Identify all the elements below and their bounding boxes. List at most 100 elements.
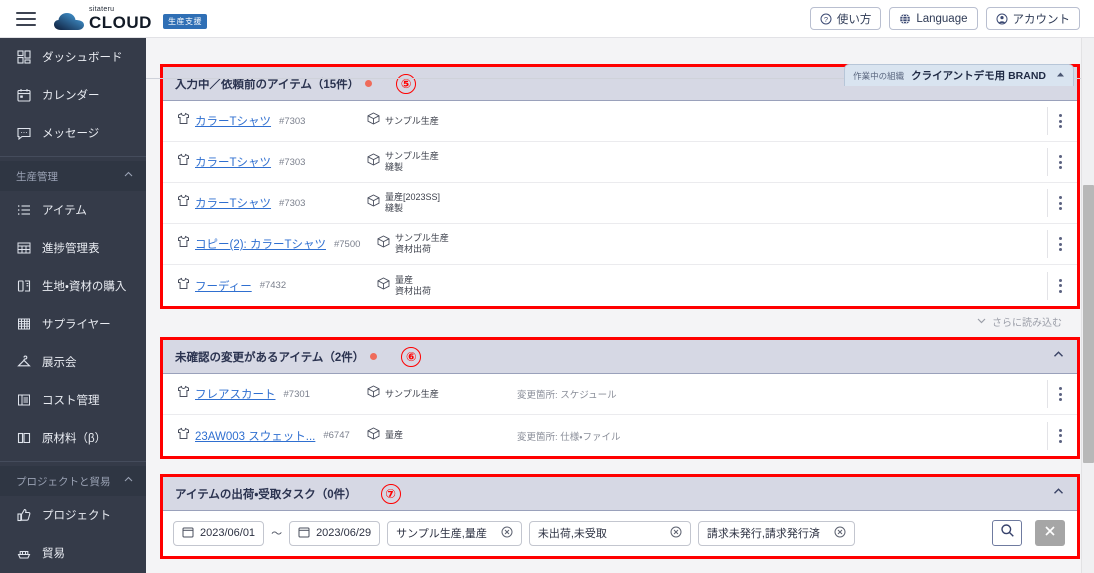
production-line-2: 縫製 — [385, 162, 404, 172]
box-icon — [377, 276, 390, 295]
org-tab-label: 作業中の組織 — [853, 70, 905, 81]
sidebar-item-trade[interactable]: 貿易 — [0, 534, 146, 572]
item-number: #7303 — [279, 115, 306, 127]
load-more-button[interactable]: さらに読み込む — [970, 312, 1068, 331]
table-row[interactable]: カラーTシャツ #7303 量産[2023SS] 縫製 — [163, 183, 1077, 224]
clear-icon[interactable] — [670, 526, 682, 541]
row-menu-button[interactable] — [1047, 230, 1073, 258]
panel-header[interactable]: 未確認の変更があるアイテム（2件） ⑥ — [163, 340, 1077, 374]
row-menu-button[interactable] — [1047, 380, 1073, 408]
filter-chip-shipping-status[interactable]: 未出荷,未受取 — [528, 520, 691, 546]
list-icon — [16, 202, 32, 218]
search-button[interactable] — [992, 520, 1022, 546]
row-menu-button[interactable] — [1047, 271, 1073, 300]
item-link[interactable]: カラーTシャツ — [195, 195, 271, 211]
row-item[interactable]: フーディー #7432 — [177, 277, 377, 295]
chevron-up-icon[interactable] — [1052, 348, 1065, 366]
sidebar-group-production[interactable]: 生産管理 — [0, 161, 146, 191]
table-row[interactable]: カラーTシャツ #7303 サンプル生産 — [163, 101, 1077, 142]
table-row[interactable]: カラーTシャツ #7303 サンプル生産 縫製 — [163, 142, 1077, 183]
item-link[interactable]: コピー(2): カラーTシャツ — [195, 236, 326, 252]
content-scrollbar-thumb[interactable] — [1083, 185, 1094, 463]
sidebar-item-project[interactable]: プロジェクト — [0, 496, 146, 534]
question-circle-icon: ? — [820, 13, 832, 25]
material-icon — [16, 430, 32, 446]
row-item[interactable]: カラーTシャツ #7303 — [177, 153, 367, 171]
row-menu-button[interactable] — [1047, 421, 1073, 450]
sidebar-item-supplier[interactable]: サプライヤー — [0, 305, 146, 343]
clear-filters-button[interactable] — [1035, 520, 1065, 546]
dashboard-icon — [16, 49, 32, 65]
date-from-input[interactable]: 2023/06/01 — [173, 520, 265, 546]
sidebar-item-cost[interactable]: コスト管理 — [0, 381, 146, 419]
row-item[interactable]: 23AW003 スウェット... #6747 — [177, 427, 367, 445]
sidebar-item-label: プロジェクト — [42, 510, 111, 522]
ship-icon — [16, 545, 32, 561]
annotation-number-5: ⑤ — [396, 73, 417, 94]
row-item[interactable]: カラーTシャツ #7303 — [177, 194, 367, 212]
sidebar-item-raw-material[interactable]: 原材料（β） — [0, 419, 146, 457]
table-row[interactable]: 23AW003 スウェット... #6747 量産 変更箇所: 仕様・ファイル — [163, 415, 1077, 456]
item-link[interactable]: 23AW003 スウェット... — [195, 428, 315, 444]
sidebar-item-label: 原材料（β） — [42, 433, 107, 445]
row-item[interactable]: コピー(2): カラーTシャツ #7500 — [177, 235, 377, 253]
chevron-up-icon[interactable] — [1056, 70, 1065, 82]
help-button[interactable]: ? 使い方 — [809, 7, 882, 30]
table-row[interactable]: フーディー #7432 量産 資材出荷 — [163, 265, 1077, 306]
app-root: sitateru CLOUD 生産支援 ? 使い方 Language アカウント… — [0, 0, 1094, 573]
panel-items-in-progress: 入力中／依頼前のアイテム（15件） ⑤ カラーTシャツ #7303 サンプル生産… — [160, 64, 1080, 309]
row-menu-button[interactable] — [1047, 189, 1073, 217]
hamburger-icon[interactable] — [16, 11, 36, 26]
tshirt-icon — [177, 277, 190, 295]
date-to-input[interactable]: 2023/06/29 — [289, 520, 381, 546]
row-production: 量産 資材出荷 — [377, 275, 527, 297]
sidebar-item-dashboard[interactable]: ダッシュボード — [0, 38, 146, 76]
chevron-up-icon[interactable] — [1052, 485, 1065, 503]
change-location: 変更箇所: 仕様・ファイル — [517, 431, 621, 443]
box-icon — [367, 426, 380, 445]
row-item[interactable]: カラーTシャツ #7303 — [177, 112, 367, 130]
sidebar-item-label: 進捗管理表 — [42, 243, 100, 255]
app-logo[interactable]: sitateru CLOUD 生産支援 — [54, 6, 207, 31]
item-link[interactable]: フーディー — [195, 278, 252, 294]
row-menu-button[interactable] — [1047, 148, 1073, 176]
table-icon — [16, 240, 32, 256]
tshirt-icon — [177, 427, 190, 445]
row-menu-button[interactable] — [1047, 107, 1073, 135]
table-row[interactable]: フレアスカート #7301 サンプル生産 変更箇所: スケジュール — [163, 374, 1077, 415]
sidebar-item-message[interactable]: メッセージ — [0, 114, 146, 152]
clear-icon[interactable] — [834, 526, 846, 541]
production-line-1: サンプル生産 — [385, 388, 439, 399]
item-link[interactable]: カラーTシャツ — [195, 154, 271, 170]
tshirt-icon — [177, 153, 190, 171]
sidebar-item-exhibition[interactable]: 展示会 — [0, 343, 146, 381]
sidebar-item-progress-table[interactable]: 進捗管理表 — [0, 229, 146, 267]
sidebar-item-calendar[interactable]: カレンダー — [0, 76, 146, 114]
calendar-icon — [182, 526, 194, 541]
current-organization-tab[interactable]: 作業中の組織 クライアントデモ用 BRAND — [844, 64, 1074, 86]
content-scroll-area: 作業中の組織 クライアントデモ用 BRAND 入力中／依頼前のアイテム（15件）… — [146, 64, 1094, 559]
table-row[interactable]: コピー(2): カラーTシャツ #7500 サンプル生産 資材出荷 — [163, 224, 1077, 265]
thumbup-icon — [16, 507, 32, 523]
item-link[interactable]: フレアスカート — [195, 386, 276, 402]
panel-rows: カラーTシャツ #7303 サンプル生産 カラーTシャツ #7303 サンプル生… — [163, 101, 1077, 306]
sidebar-item-label: 生地・資材の購入 — [42, 281, 127, 293]
box-icon — [377, 235, 390, 253]
sidebar-item-item[interactable]: アイテム — [0, 191, 146, 229]
language-button[interactable]: Language — [889, 7, 978, 30]
filter-chip-production-type[interactable]: サンプル生産,量産 — [387, 520, 522, 546]
sidebar-item-fabric-purchase[interactable]: 生地・資材の購入 — [0, 267, 146, 305]
item-link[interactable]: カラーTシャツ — [195, 113, 271, 129]
box-icon — [367, 385, 380, 403]
cost-icon — [16, 392, 32, 408]
account-circle-icon — [996, 13, 1008, 25]
sidebar-group-project-trade[interactable]: プロジェクトと貿易 — [0, 466, 146, 496]
row-item[interactable]: フレアスカート #7301 — [177, 385, 367, 403]
panel-header[interactable]: アイテムの出荷・受取タスク（0件） ⑦ — [163, 477, 1077, 511]
cloud-icon — [54, 12, 84, 31]
account-button[interactable]: アカウント — [985, 7, 1080, 30]
change-location: 変更箇所: スケジュール — [517, 390, 617, 401]
content-scrollbar-track[interactable] — [1081, 38, 1094, 573]
clear-icon[interactable] — [501, 526, 513, 541]
filter-chip-invoice-status[interactable]: 請求未発行,請求発行済 — [697, 520, 855, 546]
